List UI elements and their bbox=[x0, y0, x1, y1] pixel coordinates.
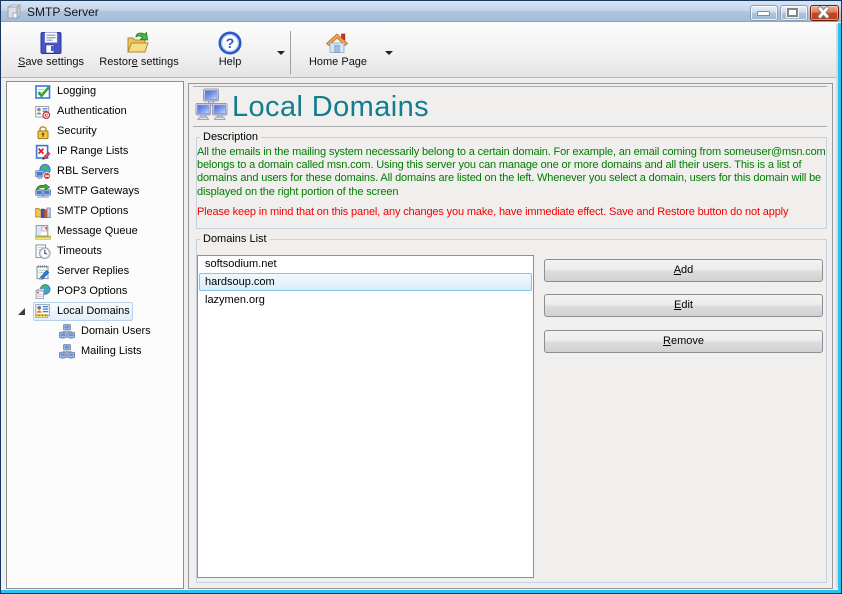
svg-text:?: ? bbox=[226, 35, 235, 51]
